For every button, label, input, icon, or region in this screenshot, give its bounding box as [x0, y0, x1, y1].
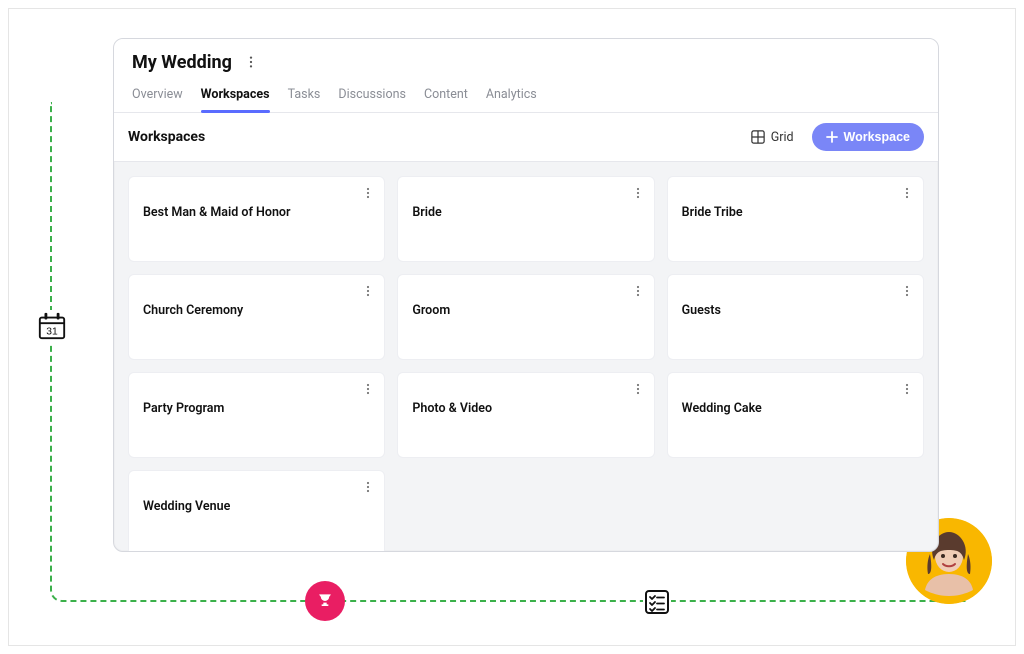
card-more-icon[interactable]	[628, 281, 648, 301]
card-title: Guests	[682, 303, 909, 318]
add-workspace-label: Workspace	[844, 130, 910, 144]
trophy-icon	[305, 581, 345, 621]
card-more-icon[interactable]	[897, 281, 917, 301]
workspace-card[interactable]: Party Program	[128, 372, 385, 458]
workspace-card[interactable]: Photo & Video	[397, 372, 654, 458]
workspace-card[interactable]: Church Ceremony	[128, 274, 385, 360]
tab-analytics[interactable]: Analytics	[486, 79, 537, 112]
add-workspace-button[interactable]: Workspace	[812, 123, 924, 151]
card-title: Photo & Video	[412, 401, 639, 416]
card-more-icon[interactable]	[358, 281, 378, 301]
workspace-card[interactable]: Guests	[667, 274, 924, 360]
card-title: Bride	[412, 205, 639, 220]
card-title: Bride Tribe	[682, 205, 909, 220]
workspace-card[interactable]: Wedding Cake	[667, 372, 924, 458]
app-header: My Wedding	[114, 39, 938, 79]
card-title: Church Ceremony	[143, 303, 370, 318]
card-more-icon[interactable]	[358, 379, 378, 399]
workspace-card[interactable]: Bride	[397, 176, 654, 262]
card-more-icon[interactable]	[897, 183, 917, 203]
card-title: Groom	[412, 303, 639, 318]
card-more-icon[interactable]	[358, 183, 378, 203]
checklist-icon	[643, 588, 671, 616]
workspaces-grid: Best Man & Maid of Honor Bride Bride Tribe…	[114, 162, 938, 552]
section-toolbar: Workspaces Grid Workspace	[114, 113, 938, 162]
card-more-icon[interactable]	[628, 379, 648, 399]
workspace-card[interactable]: Wedding Venue	[128, 470, 385, 552]
tabs-bar: Overview Workspaces Tasks Discussions Conten…	[114, 79, 938, 113]
view-grid-toggle[interactable]: Grid	[741, 125, 804, 150]
section-title: Workspaces	[128, 129, 205, 145]
tab-overview[interactable]: Overview	[132, 79, 183, 112]
tab-workspaces[interactable]: Workspaces	[201, 79, 270, 112]
card-title: Wedding Venue	[143, 499, 370, 514]
card-more-icon[interactable]	[358, 477, 378, 497]
card-title: Best Man & Maid of Honor	[143, 205, 370, 220]
workspace-card[interactable]: Groom	[397, 274, 654, 360]
calendar-icon: 31	[36, 310, 68, 342]
workspace-card[interactable]: Bride Tribe	[667, 176, 924, 262]
app-window: My Wedding Overview Workspaces Tasks Discus…	[113, 38, 939, 552]
page-title: My Wedding	[132, 52, 232, 73]
card-more-icon[interactable]	[897, 379, 917, 399]
tab-discussions[interactable]: Discussions	[338, 79, 406, 112]
card-more-icon[interactable]	[628, 183, 648, 203]
svg-text:31: 31	[46, 326, 58, 337]
card-title: Wedding Cake	[682, 401, 909, 416]
workspace-card[interactable]: Best Man & Maid of Honor	[128, 176, 385, 262]
tab-content[interactable]: Content	[424, 79, 468, 112]
card-title: Party Program	[143, 401, 370, 416]
page-more-icon[interactable]	[240, 51, 262, 73]
view-grid-label: Grid	[771, 130, 794, 145]
tab-tasks[interactable]: Tasks	[288, 79, 321, 112]
